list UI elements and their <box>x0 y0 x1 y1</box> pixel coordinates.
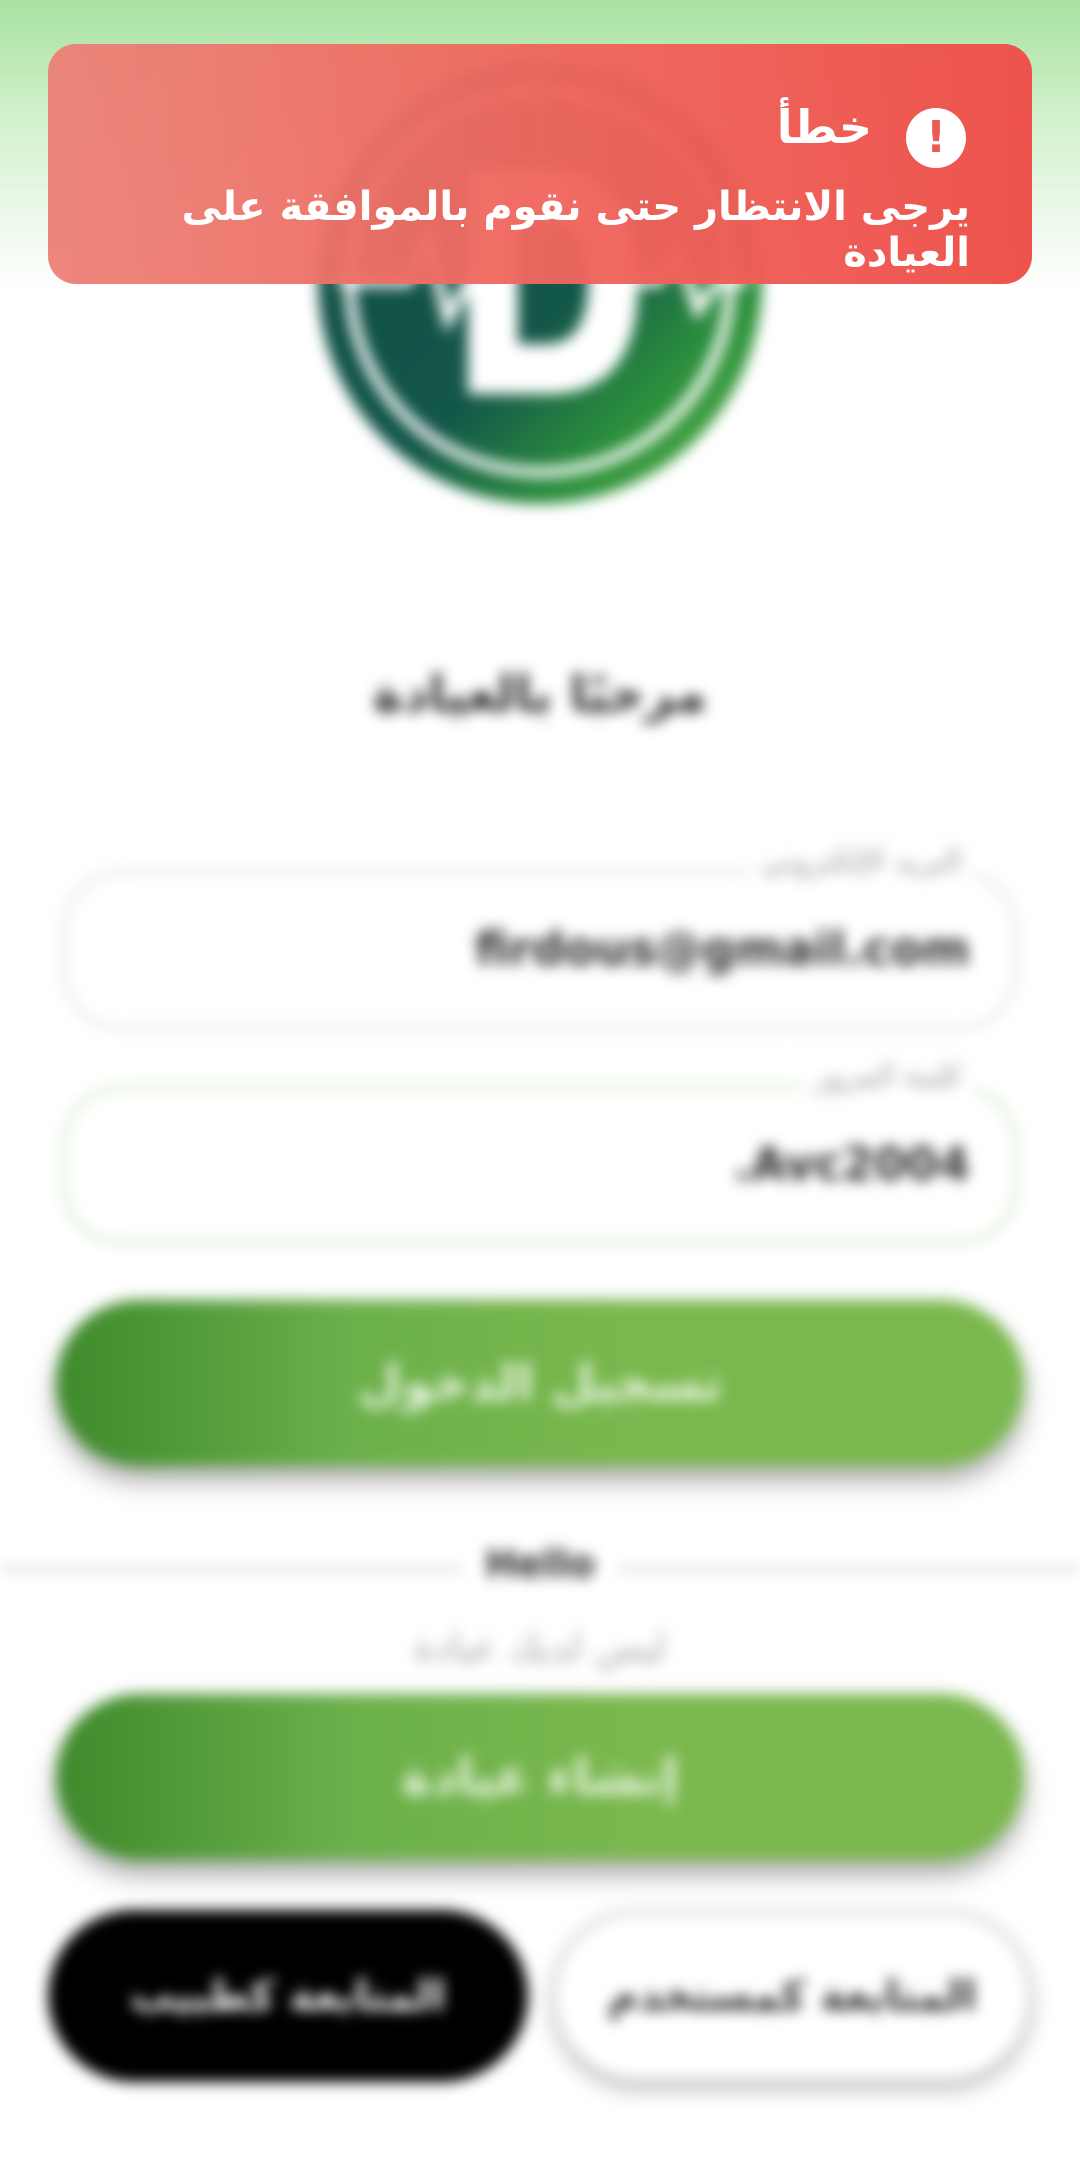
error-toast[interactable]: ! خطأ يرجى الانتظار حتى نقوم بالموافقة ع… <box>48 44 1032 284</box>
email-value: firdous@gmail.com <box>474 922 970 976</box>
password-label: كلمة المرور <box>802 1059 974 1094</box>
continue-as-user-button[interactable]: المتابعة كمستخدم <box>552 1910 1032 2082</box>
toast-message: يرجى الانتظار حتى نقوم بالموافقة على الع… <box>181 184 970 276</box>
continue-as-doctor-button[interactable]: المتابعة كطبيب <box>48 1910 528 2082</box>
toast-title: خطأ <box>776 100 872 154</box>
divider-label: Hello <box>485 1542 595 1586</box>
no-clinic-text: ليس لديك عيادة <box>413 1625 667 1669</box>
create-clinic-button[interactable]: إنشاء عيادة <box>56 1694 1024 1860</box>
email-label: البريد الإلكتروني <box>748 844 974 879</box>
password-value: .Avc2004 <box>733 1137 970 1191</box>
login-screen: مرحبًا بالعيادة البريد الإلكتروني firdou… <box>0 0 1080 2176</box>
login-button[interactable]: تسجيل الدخول <box>56 1300 1024 1466</box>
password-field[interactable]: كلمة المرور .Avc2004 <box>62 1059 1018 1245</box>
exclamation-icon: ! <box>906 108 966 168</box>
page-title: مرحبًا بالعيادة <box>373 665 707 723</box>
email-field[interactable]: البريد الإلكتروني firdous@gmail.com <box>62 844 1018 1030</box>
